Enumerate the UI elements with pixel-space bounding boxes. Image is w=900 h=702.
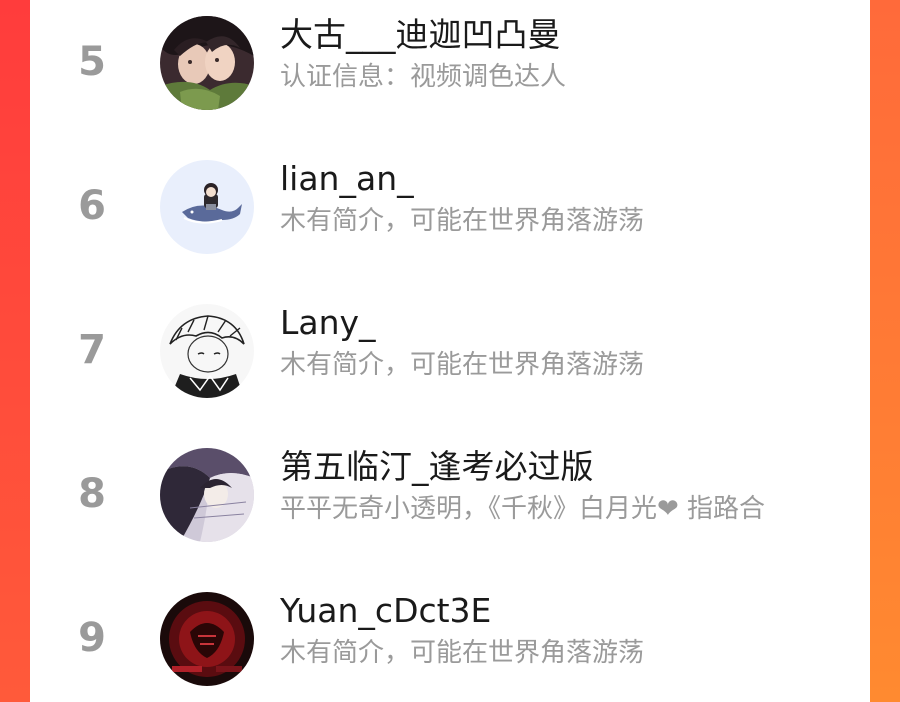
ranking-row[interactable]: 6 lian_an_ 木有简介，可能在世界角落游荡 [30, 146, 870, 266]
user-bio: 认证信息：视频调色达人 [280, 62, 567, 92]
ranking-list: 5 大古___迪迦凹凸曼 认证信息：视频调色达人 6 lian_an_ 木有简介… [30, 0, 870, 702]
user-bio: 平平无奇小透明，《千秋》白月光❤ 指路合 [280, 494, 766, 524]
ranking-row[interactable]: 8 第五临汀_逢考必过版 平平无奇小透明，《千秋》白月光❤ 指路合 [30, 434, 870, 554]
user-bio: 木有简介，可能在世界角落游荡 [280, 206, 645, 236]
red-dark-avatar[interactable] [160, 592, 254, 686]
rank-number: 5 [78, 39, 106, 85]
whale-rider-avatar[interactable] [160, 160, 254, 254]
ranking-row[interactable]: 7 Lany_ 木有简介，可能在世界角落游荡 [30, 290, 870, 410]
anime-couple-avatar[interactable] [160, 16, 254, 110]
ranking-row[interactable]: 9 Yuan_cDct3E 木有简介，可能在世界角落游荡 [30, 578, 870, 698]
user-bio: 木有简介，可能在世界角落游荡 [280, 350, 645, 380]
user-name[interactable]: lian_an_ [280, 159, 414, 199]
user-name[interactable]: Yuan_cDct3E [280, 591, 491, 631]
rank-number: 6 [78, 183, 106, 229]
right-background-edge [870, 0, 900, 702]
ranking-row[interactable]: 5 大古___迪迦凹凸曼 认证信息：视频调色达人 [30, 2, 870, 122]
rank-number: 8 [78, 471, 106, 517]
user-name[interactable]: 大古___迪迦凹凸曼 [280, 15, 561, 55]
user-name[interactable]: 第五临汀_逢考必过版 [280, 447, 594, 487]
user-bio: 木有简介，可能在世界角落游荡 [280, 638, 645, 668]
sketch-character-avatar[interactable] [160, 304, 254, 398]
user-name[interactable]: Lany_ [280, 303, 376, 343]
rank-number: 7 [78, 327, 106, 373]
left-background-edge [0, 0, 30, 702]
ink-painting-avatar[interactable] [160, 448, 254, 542]
rank-number: 9 [78, 615, 106, 661]
